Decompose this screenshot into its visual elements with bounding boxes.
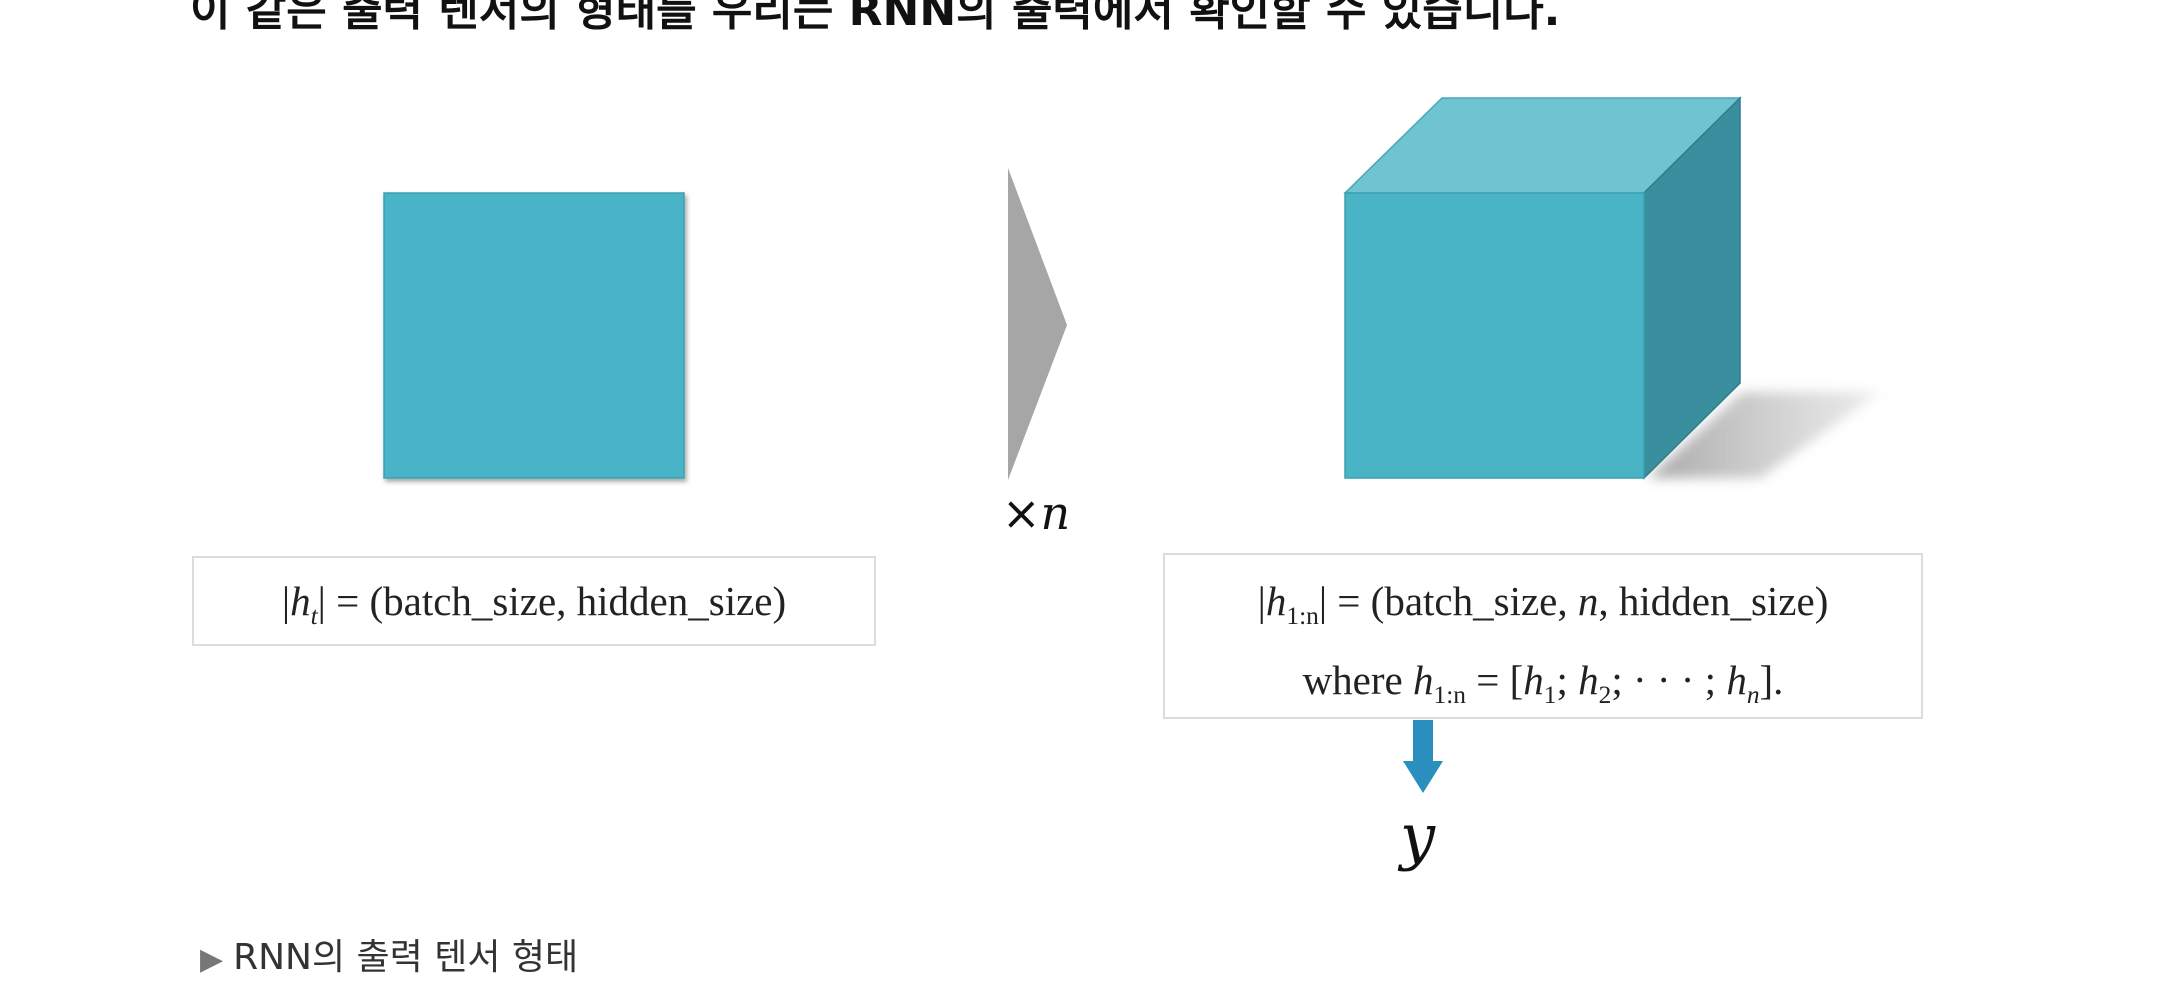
left-formula-var: h [290,578,311,624]
rf1-bar-close: | [1318,578,1328,624]
rf1-sub: 1:n [1286,602,1319,631]
times-var: n [1040,486,1071,540]
rf1-rhs-n: n [1577,578,1599,624]
left-formula-bar-close: | [317,578,326,624]
right-formula-line-2: where h1:n = [h1; h2; · · · ; hn]. [1165,648,1921,727]
rf2-end: ]. [1759,657,1784,704]
rf2-s2: 2 [1598,681,1612,710]
left-formula-bar-open: | [281,578,291,624]
rf2-h1: h [1523,657,1544,704]
rf1-rhs-pre: = (batch_size, [1327,578,1578,624]
rf2-sep1: ; [1556,657,1579,704]
cube-front-face [1344,192,1645,479]
rf1-rhs-post: , hidden_size) [1598,578,1829,624]
left-formula-rhs: = (batch_size, hidden_size) [325,578,787,624]
left-formula-box: |ht| = (batch_size, hidden_size) [192,556,876,646]
rf2-sn: n [1746,681,1760,710]
times-n-label: ×n [1002,486,1070,540]
output-y-label: y [1400,800,1436,873]
rf2-sub: 1:n [1433,681,1466,710]
diagram-graphics [383,96,1880,793]
hidden-state-square [383,192,685,479]
rf2-var: h [1413,657,1434,704]
times-symbol: × [1002,486,1041,540]
right-formula-box: |h1:n| = (batch_size, n, hidden_size) wh… [1163,553,1923,719]
figure-caption: ▶ RNN의 출력 텐서 형태 [200,928,578,980]
rf2-eq: = [ [1465,657,1524,704]
rf2-hn: h [1726,657,1747,704]
rf2-h2: h [1578,657,1599,704]
rf2-sep2: ; · · · ; [1611,657,1727,704]
hidden-states-cube [1343,96,1742,480]
caption-text: RNN의 출력 텐서 형태 [233,937,579,978]
rf2-s1: 1 [1543,681,1557,710]
repeat-arrow-chevron [1008,168,1067,480]
rf2-where: where [1302,657,1413,704]
rf1-var: h [1265,578,1287,624]
rf1-bar-open: | [1257,578,1266,624]
right-formula-line-1: |h1:n| = (batch_size, n, hidden_size) [1165,569,1921,648]
caption-marker-icon: ▶ [200,942,224,977]
down-arrow-icon [1403,720,1443,793]
left-formula-sub: t [310,602,318,631]
